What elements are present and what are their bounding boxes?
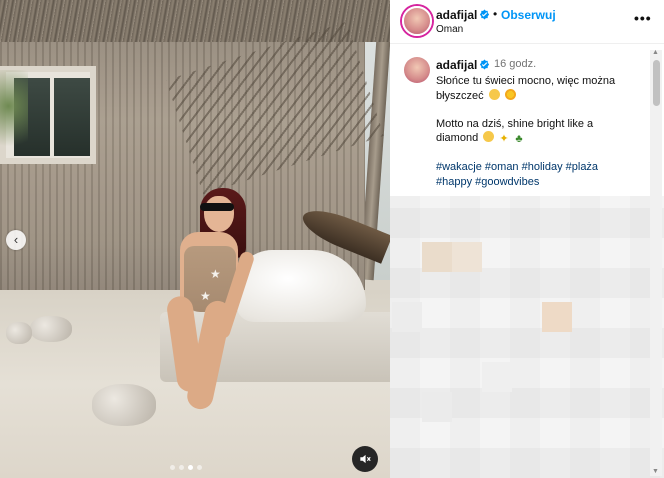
caption-text: błyszczeć [436, 89, 646, 104]
smiling-emoji-icon [483, 131, 495, 142]
star-pattern: ★ [210, 267, 221, 281]
window-pane [54, 78, 90, 156]
caption-line: Słońce tu świeci mocno, więc można [436, 75, 616, 87]
hashtags[interactable]: #happy #goowdvibes [436, 175, 646, 190]
location-link[interactable]: Oman [436, 24, 463, 35]
scroll-up-arrow-icon[interactable]: ▲ [652, 49, 659, 56]
verified-badge-icon [479, 9, 490, 20]
pixel-block [542, 302, 572, 332]
caption-line: diamond [436, 132, 479, 144]
post-header: adafijal • Obserwuj Oman ••• [390, 0, 664, 44]
pixel-block [422, 392, 452, 422]
palm-tree-emoji-icon: ♣ [515, 133, 523, 145]
star-pattern: ★ [200, 289, 211, 303]
chevron-left-icon: ‹ [13, 232, 19, 247]
scrollbar-track[interactable] [650, 50, 662, 476]
username-link[interactable]: adafijal [436, 8, 477, 22]
pixel-block [452, 242, 482, 272]
caption-line: Motto na dziś, shine bright like a [436, 118, 594, 130]
hashtags[interactable]: #wakacje #oman #holiday #plaża [436, 160, 646, 175]
mute-button[interactable] [352, 446, 378, 472]
woman-head [204, 196, 234, 232]
caption-text: Motto na dziś, shine bright like a [436, 117, 646, 132]
pixel-block [422, 242, 452, 272]
volume-muted-icon [360, 454, 371, 464]
carousel-dot [170, 465, 175, 470]
pixel-block [392, 302, 422, 332]
avatar[interactable] [402, 6, 432, 36]
carousel-dot [179, 465, 184, 470]
grinning-sweat-emoji-icon [488, 89, 500, 100]
caption-text: diamond ✦ ♣ [436, 131, 646, 146]
caption-line: błyszczeć [436, 90, 484, 102]
rock [92, 384, 156, 426]
plant-leaves [0, 70, 28, 160]
post-media[interactable]: ★ ★ ‹ [0, 0, 390, 478]
post-side-panel: adafijal • Obserwuj Oman ••• adafijal 16… [390, 0, 664, 478]
scroll-down-arrow-icon[interactable]: ▼ [652, 468, 659, 475]
carousel-indicator [170, 465, 202, 470]
post-timestamp[interactable]: 16 godz. [494, 58, 536, 70]
caption-username[interactable]: adafijal [436, 58, 477, 72]
verified-badge-icon [479, 59, 490, 70]
rock [30, 316, 72, 342]
separator-dot: • [493, 7, 498, 21]
follow-button[interactable]: Obserwuj [501, 8, 556, 22]
carousel-dot-active [188, 465, 193, 470]
pixelated-comments-area [390, 196, 664, 478]
pixel-block [482, 362, 512, 392]
rock [6, 322, 32, 344]
caption-text: Słońce tu świeci mocno, więc można [436, 74, 646, 89]
sunglasses [200, 203, 234, 211]
carousel-dot [197, 465, 202, 470]
sun-emoji-icon [504, 89, 516, 100]
sparkles-emoji-icon: ✦ [499, 133, 509, 145]
carousel-prev-button[interactable]: ‹ [6, 230, 26, 250]
scrollbar-thumb[interactable] [653, 60, 660, 106]
caption-avatar[interactable] [404, 57, 430, 83]
more-options-icon[interactable]: ••• [634, 10, 652, 26]
